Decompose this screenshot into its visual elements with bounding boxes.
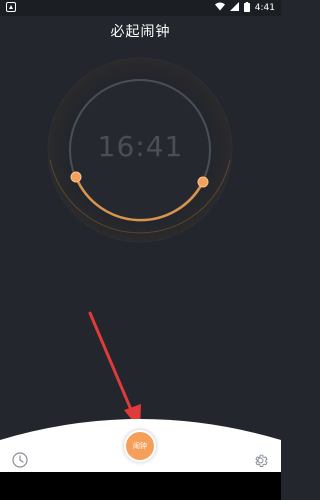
clock-icon[interactable]	[12, 452, 28, 468]
gear-icon[interactable]	[252, 452, 269, 469]
alarm-button-label: 闹钟	[133, 442, 147, 450]
bottom-strip	[0, 472, 281, 500]
alarm-button[interactable]: 闹钟	[124, 430, 156, 462]
